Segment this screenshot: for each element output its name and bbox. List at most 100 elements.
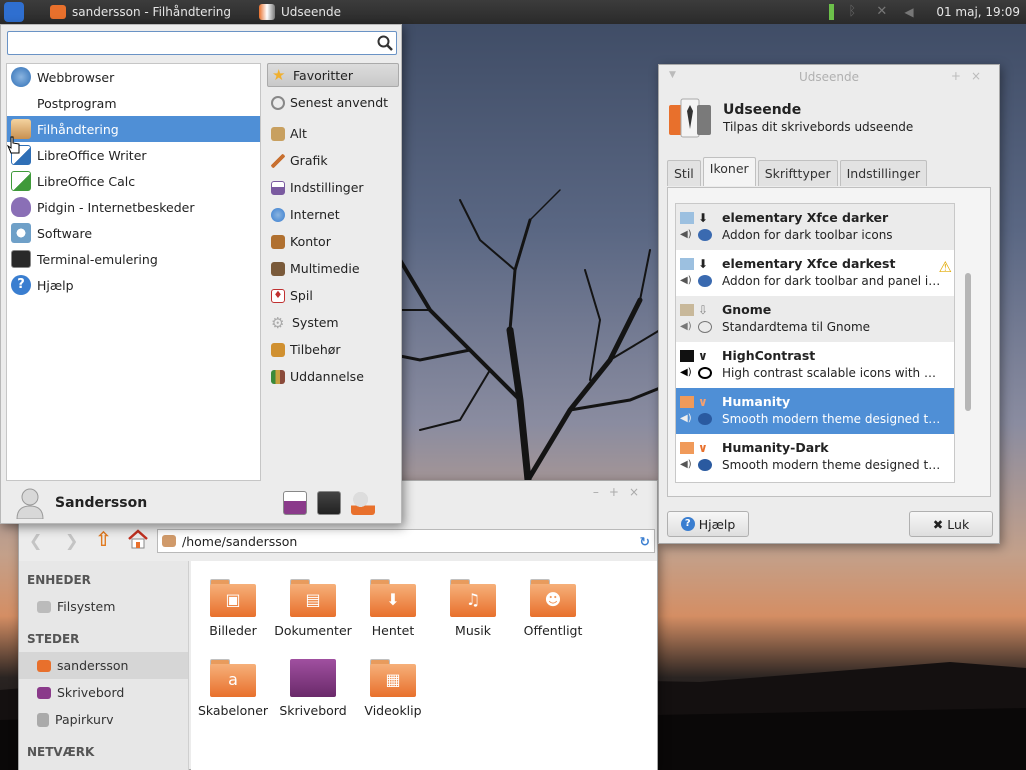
search-input[interactable] bbox=[11, 33, 371, 53]
refresh-icon[interactable]: ↻ bbox=[640, 534, 650, 549]
theme-item[interactable]: ⬇ elementary Xfce darker ◀) Addon for dark… bbox=[676, 204, 954, 250]
folder-item-desktop[interactable]: Skrivebord bbox=[273, 659, 353, 718]
avatar bbox=[16, 488, 44, 519]
category-education[interactable]: Uddannelse bbox=[267, 363, 399, 390]
category-favorites[interactable]: ★ Favoritter bbox=[267, 63, 399, 87]
folder-item-downloads[interactable]: ⬇ Hentet bbox=[353, 579, 433, 638]
taskbar-item-filemanager[interactable]: sandersson - Filhåndtering bbox=[40, 0, 241, 24]
tab-fonts[interactable]: Skrifttyper bbox=[757, 160, 838, 186]
category-system[interactable]: ⚙ System bbox=[267, 309, 399, 336]
sidebar-item-desktop[interactable]: Skrivebord bbox=[19, 679, 188, 706]
window-controls[interactable]: +× bbox=[951, 69, 991, 83]
theme-item[interactable]: ⇩ Gnome ◀) Standardtema til Gnome bbox=[676, 296, 954, 342]
back-button[interactable]: ❮ bbox=[29, 531, 42, 550]
folder-icon bbox=[680, 257, 694, 270]
tab-style[interactable]: Stil bbox=[667, 160, 701, 186]
up-button[interactable]: ⇧ bbox=[95, 527, 112, 551]
scrollbar-thumb[interactable] bbox=[965, 273, 971, 411]
folder-label: Offentligt bbox=[523, 623, 583, 638]
app-item-mail[interactable]: Postprogram bbox=[7, 90, 260, 116]
recent-icon bbox=[271, 95, 285, 110]
app-label: Hjælp bbox=[37, 277, 74, 293]
window-menu-icon[interactable]: ▼ bbox=[669, 70, 676, 80]
folder-item-public[interactable]: ☻ Offentligt bbox=[513, 579, 593, 638]
tab-icons[interactable]: Ikoner bbox=[702, 157, 756, 186]
category-office[interactable]: Kontor bbox=[267, 228, 399, 255]
home-button[interactable] bbox=[127, 529, 149, 549]
app-item-webbrowser[interactable]: Webbrowser bbox=[7, 64, 260, 90]
theme-item[interactable]: ∨ HighContrast ◀) High contrast scalable i… bbox=[676, 342, 954, 388]
category-settings[interactable]: Indstillinger bbox=[267, 174, 399, 201]
accessories-icon bbox=[271, 342, 285, 357]
category-recent[interactable]: Senest anvendt bbox=[267, 89, 399, 116]
app-item-pidgin[interactable]: Pidgin - Internetbeskeder bbox=[7, 194, 260, 220]
logout-icon[interactable] bbox=[351, 491, 375, 515]
bluetooth-icon[interactable]: ᛒ bbox=[848, 5, 862, 19]
folder-item-documents[interactable]: ▤ Dokumenter bbox=[273, 579, 353, 638]
theme-item[interactable]: ⬇ elementary Xfce darkest ◀) Addon for dar… bbox=[676, 250, 954, 296]
theme-item-selected[interactable]: ∨ Humanity ◀) Smooth modern theme designed… bbox=[676, 388, 954, 434]
disconnected-icon[interactable]: ✕ bbox=[876, 5, 890, 19]
file-view: ▣ Billeder ▤ Dokumenter ⬇ Hentet ♫ Musik… bbox=[191, 561, 657, 770]
category-list: ★ Favoritter Senest anvendt Alt Grafik I… bbox=[267, 63, 399, 390]
app-label: Filhåndtering bbox=[37, 121, 119, 137]
category-accessories[interactable]: Tilbehør bbox=[267, 336, 399, 363]
taskbar-item-appearance[interactable]: Udseende bbox=[249, 0, 351, 24]
xfce-menu-button[interactable] bbox=[0, 0, 28, 24]
sidebar-item-label: Skrivebord bbox=[57, 685, 125, 700]
app-item-help[interactable]: ? Hjælp bbox=[7, 272, 260, 298]
theme-list-scrollbar[interactable] bbox=[963, 203, 973, 483]
volume-icon[interactable]: ◀ bbox=[904, 5, 918, 19]
app-item-writer[interactable]: LibreOffice Writer bbox=[7, 142, 260, 168]
forward-button[interactable]: ❯ bbox=[65, 531, 78, 550]
folder-icon bbox=[680, 211, 694, 224]
window-controls[interactable]: –+× bbox=[593, 485, 649, 499]
volume-icon: ◀) bbox=[680, 458, 692, 470]
category-graphics[interactable]: Grafik bbox=[267, 147, 399, 174]
category-internet[interactable]: Internet bbox=[267, 201, 399, 228]
sidebar-item-home[interactable]: sandersson bbox=[19, 652, 188, 679]
app-item-software[interactable]: Software bbox=[7, 220, 260, 246]
sidebar-item-filesystem[interactable]: Filsystem bbox=[19, 593, 188, 620]
appearance-titlebar[interactable]: ▼ Udseende +× bbox=[659, 65, 999, 89]
download-icon: ⬇ bbox=[698, 210, 709, 225]
search-field[interactable] bbox=[7, 31, 397, 55]
folder-item-videos[interactable]: ▦ Videoklip bbox=[353, 659, 433, 718]
folder-item-pictures[interactable]: ▣ Billeder bbox=[193, 579, 273, 638]
menu-username: Sandersson bbox=[55, 495, 148, 511]
sidebar-item-label: Filsystem bbox=[57, 599, 116, 614]
folder-item-music[interactable]: ♫ Musik bbox=[433, 579, 513, 638]
file-manager-sidebar: ENHEDER Filsystem STEDER sandersson Skri… bbox=[19, 561, 189, 770]
network-icon[interactable] bbox=[829, 4, 835, 20]
sidebar-item-trash[interactable]: Papirkurv bbox=[19, 706, 188, 733]
trash-icon bbox=[37, 712, 49, 727]
theme-item[interactable]: ∨ Humanity-Dark ◀) Smooth modern theme des… bbox=[676, 434, 954, 480]
folder-label: Billeder bbox=[209, 623, 257, 638]
folder-label: Dokumenter bbox=[274, 623, 352, 638]
multimedia-icon bbox=[271, 261, 285, 276]
volume-icon: ◀) bbox=[680, 320, 692, 332]
category-all[interactable]: Alt bbox=[267, 120, 399, 147]
app-item-calc[interactable]: LibreOffice Calc bbox=[7, 168, 260, 194]
app-item-filemanager[interactable]: Filhåndtering bbox=[7, 116, 260, 142]
settings-manager-icon[interactable] bbox=[283, 491, 307, 515]
location-bar[interactable]: /home/sandersson ↻ bbox=[157, 529, 655, 553]
folder-downloads-icon: ⬇ bbox=[370, 579, 416, 617]
folder-item-templates[interactable]: a Skabeloner bbox=[193, 659, 273, 718]
category-games[interactable]: ♦ Spil bbox=[267, 282, 399, 309]
help-label: Hjælp bbox=[698, 516, 736, 532]
system-tray: ᛒ ✕ ◀ 01 maj, 19:09 bbox=[829, 0, 1026, 24]
places-header: STEDER bbox=[27, 632, 80, 646]
search-icon[interactable] bbox=[377, 35, 393, 51]
app-label: Terminal-emulering bbox=[37, 251, 158, 267]
lock-screen-icon[interactable] bbox=[317, 491, 341, 515]
category-multimedia[interactable]: Multimedie bbox=[267, 255, 399, 282]
folder-documents-icon: ▤ bbox=[290, 579, 336, 617]
tab-settings[interactable]: Indstillinger bbox=[839, 160, 928, 186]
help-button[interactable]: ? Hjælp bbox=[667, 511, 749, 537]
close-button[interactable]: ✖ Luk bbox=[909, 511, 993, 537]
app-label: LibreOffice Writer bbox=[37, 147, 147, 163]
app-item-terminal[interactable]: Terminal-emulering bbox=[7, 246, 260, 272]
network-header: NETVÆRK bbox=[27, 745, 95, 759]
clock[interactable]: 01 maj, 19:09 bbox=[936, 5, 1020, 19]
